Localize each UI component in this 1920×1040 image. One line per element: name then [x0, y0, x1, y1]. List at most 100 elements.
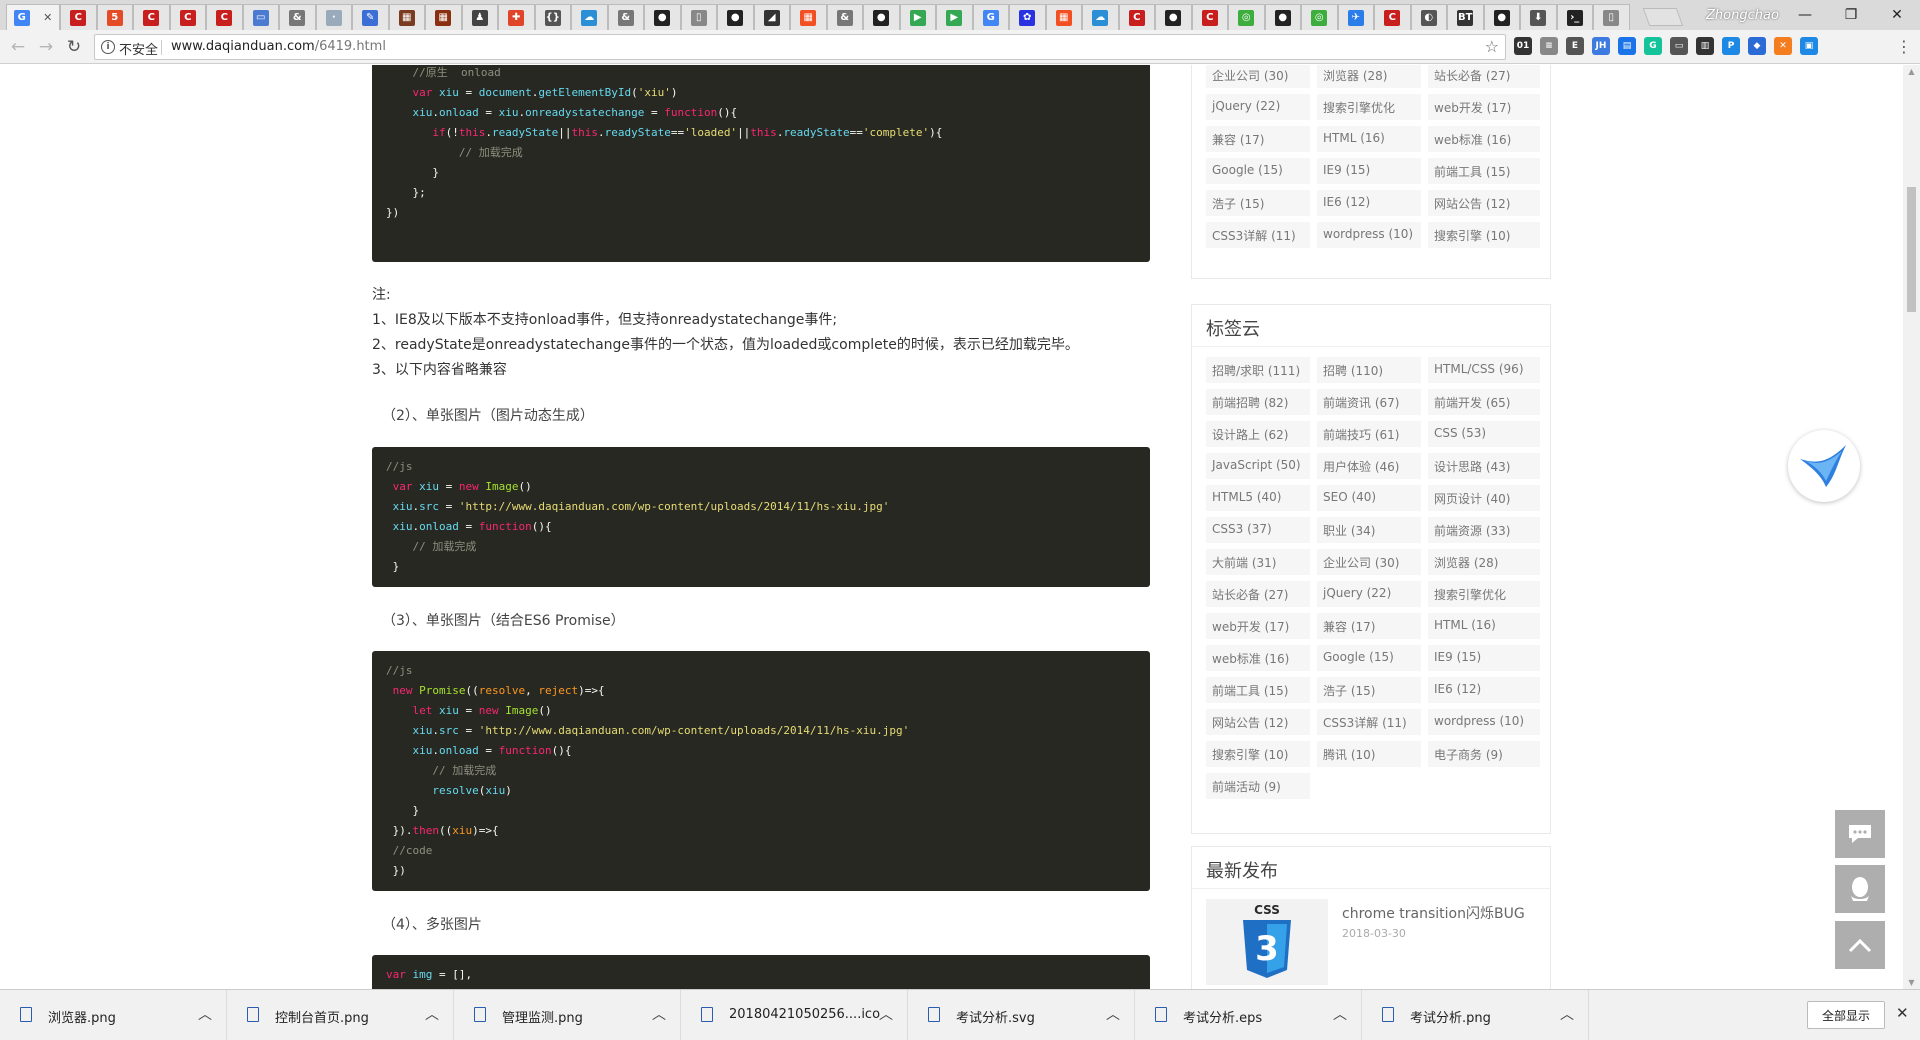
tag-link[interactable]: 用户体验 (46) — [1317, 453, 1421, 479]
tag-link[interactable]: SEO (40) — [1317, 485, 1421, 511]
tag-link[interactable]: 大前端 (31) — [1206, 549, 1310, 575]
tag-link[interactable]: 搜索引擎 (10) — [1428, 222, 1540, 248]
grammarly-icon[interactable]: G — [1644, 37, 1662, 55]
security-label[interactable]: 不安全 — [119, 39, 158, 58]
download-item[interactable]: 20180421050256....ico ︿ — [681, 990, 908, 1040]
tag-link[interactable]: 招聘/求职 (111) — [1206, 357, 1310, 383]
show-all-downloads-button[interactable]: 全部显示 — [1807, 1001, 1885, 1029]
tag-link[interactable]: Google (15) — [1206, 158, 1310, 184]
browser-tab[interactable]: 5 — [96, 4, 133, 30]
browser-tab[interactable]: ◎ — [1301, 4, 1338, 30]
tag-link[interactable]: web开发 (17) — [1428, 94, 1540, 120]
browser-tab[interactable]: ▯ — [1593, 4, 1630, 30]
tag-link[interactable]: 兼容 (17) — [1317, 613, 1421, 639]
tag-link[interactable]: 网站公告 (12) — [1428, 190, 1540, 216]
tag-link[interactable]: 浩子 (15) — [1317, 677, 1421, 703]
tag-link[interactable]: CSS3详解 (11) — [1317, 709, 1421, 735]
browser-tab[interactable]: ▶ — [899, 4, 936, 30]
tag-link[interactable]: 前端活动 (9) — [1206, 773, 1310, 799]
browser-tab[interactable]: ● — [717, 4, 754, 30]
browser-tab[interactable]: ● — [1155, 4, 1192, 30]
page-scrollbar[interactable]: ▲ ▼ — [1903, 65, 1920, 989]
qq-icon[interactable] — [1835, 865, 1885, 913]
tag-link[interactable]: web开发 (17) — [1206, 613, 1310, 639]
tag-link[interactable]: jQuery (22) — [1317, 581, 1421, 607]
minimize-icon[interactable]: — — [1782, 0, 1828, 30]
browser-tab[interactable]: ▯ — [680, 4, 717, 30]
tag-link[interactable]: 搜索引擎 (10) — [1206, 741, 1310, 767]
tag-link[interactable]: JavaScript (50) — [1206, 453, 1310, 479]
browser-tab[interactable]: ▦ — [425, 4, 462, 30]
browser-tab[interactable]: ● — [1264, 4, 1301, 30]
tag-link[interactable]: Google (15) — [1317, 645, 1421, 671]
browser-tab[interactable]: ✎ — [352, 4, 389, 30]
tag-link[interactable]: 浏览器 (28) — [1317, 65, 1421, 88]
browser-tab[interactable]: C — [1374, 4, 1411, 30]
browser-tab[interactable]: ›_ — [1556, 4, 1593, 30]
browser-tab[interactable]: C — [169, 4, 206, 30]
forward-icon[interactable]: → — [36, 37, 56, 57]
back-to-top-icon[interactable] — [1835, 921, 1885, 969]
tag-link[interactable]: HTML (16) — [1428, 613, 1540, 639]
browser-tab[interactable]: & — [279, 4, 316, 30]
film-icon[interactable]: ▥ — [1696, 37, 1714, 55]
browser-tab[interactable]: ▦ — [388, 4, 425, 30]
tag-link[interactable]: IE6 (12) — [1428, 677, 1540, 703]
tag-link[interactable]: 前端技巧 (61) — [1317, 421, 1421, 447]
tag-link[interactable]: 职业 (34) — [1317, 517, 1421, 543]
tag-link[interactable]: 前端资源 (33) — [1428, 517, 1540, 543]
browser-tab[interactable]: C — [60, 4, 97, 30]
browser-tab[interactable]: ◎ — [1228, 4, 1265, 30]
recent-post-title[interactable]: chrome transition闪烁BUG — [1342, 903, 1525, 923]
tag-link[interactable]: 搜索引擎优化 — [1317, 94, 1421, 120]
browser-tab[interactable]: ▦ — [790, 4, 827, 30]
tag-link[interactable]: 前端开发 (65) — [1428, 389, 1540, 415]
screen-icon[interactable]: ▣ — [1800, 37, 1818, 55]
chevron-up-icon[interactable]: ︿ — [425, 1004, 439, 1024]
tag-link[interactable]: IE6 (12) — [1317, 190, 1421, 216]
browser-tab[interactable]: ▭ — [242, 4, 279, 30]
download-item[interactable]: 管理监测.png ︿ — [454, 990, 681, 1040]
tag-link[interactable]: 设计思路 (43) — [1428, 453, 1540, 479]
proxy-icon[interactable]: P — [1722, 37, 1740, 55]
bird-float-icon[interactable] — [1788, 430, 1860, 502]
download-item[interactable]: 考试分析.png ︿ — [1362, 990, 1589, 1040]
download-item[interactable]: 浏览器.png ︿ — [0, 990, 227, 1040]
tag-link[interactable]: 前端工具 (15) — [1428, 158, 1540, 184]
tag-link[interactable]: HTML (16) — [1317, 126, 1421, 152]
download-item[interactable]: 控制台首页.png ︿ — [227, 990, 454, 1040]
download-item[interactable]: 考试分析.svg ︿ — [908, 990, 1135, 1040]
browser-tab[interactable]: ☁ — [571, 4, 608, 30]
scroll-up-icon[interactable]: ▲ — [1907, 67, 1916, 76]
browser-tab[interactable]: G — [972, 4, 1009, 30]
tag-link[interactable]: wordpress (10) — [1317, 222, 1421, 248]
tag-link[interactable]: HTML5 (40) — [1206, 485, 1310, 511]
tag-link[interactable]: CSS (53) — [1428, 421, 1540, 447]
tag-link[interactable]: web标准 (16) — [1206, 645, 1310, 671]
tag-link[interactable]: 设计路上 (62) — [1206, 421, 1310, 447]
browser-tab[interactable]: & — [826, 4, 863, 30]
browser-tab[interactable]: C — [206, 4, 243, 30]
tag-link[interactable]: 企业公司 (30) — [1317, 549, 1421, 575]
browser-tab[interactable]: ● — [644, 4, 681, 30]
tag-link[interactable]: 站长必备 (27) — [1206, 581, 1310, 607]
browser-tab[interactable]: ▦ — [1045, 4, 1082, 30]
note-icon[interactable]: ▤ — [1618, 37, 1636, 55]
tag-link[interactable]: 腾讯 (10) — [1317, 741, 1421, 767]
tag-link[interactable]: 网站公告 (12) — [1206, 709, 1310, 735]
tag-link[interactable]: 前端工具 (15) — [1206, 677, 1310, 703]
tag-link[interactable]: wordpress (10) — [1428, 709, 1540, 735]
chevron-up-icon[interactable]: ︿ — [198, 1004, 212, 1024]
evernote-icon[interactable]: E — [1566, 37, 1584, 55]
browser-tab[interactable]: · — [315, 4, 352, 30]
info-icon[interactable]: i — [101, 40, 115, 54]
o1-icon[interactable]: 01 — [1514, 37, 1532, 55]
browser-tab[interactable]: C — [133, 4, 170, 30]
tag-link[interactable]: 网页设计 (40) — [1428, 485, 1540, 511]
recent-post-item[interactable]: CSS 3 chrome transition闪烁BUG 2018-03-30 — [1192, 889, 1550, 989]
browser-tab[interactable]: C — [1191, 4, 1228, 30]
browser-tab[interactable]: ♟ — [461, 4, 498, 30]
restore-icon[interactable]: ❐ — [1828, 0, 1874, 30]
tag-link[interactable]: 前端招聘 (82) — [1206, 389, 1310, 415]
tag-link[interactable]: IE9 (15) — [1317, 158, 1421, 184]
